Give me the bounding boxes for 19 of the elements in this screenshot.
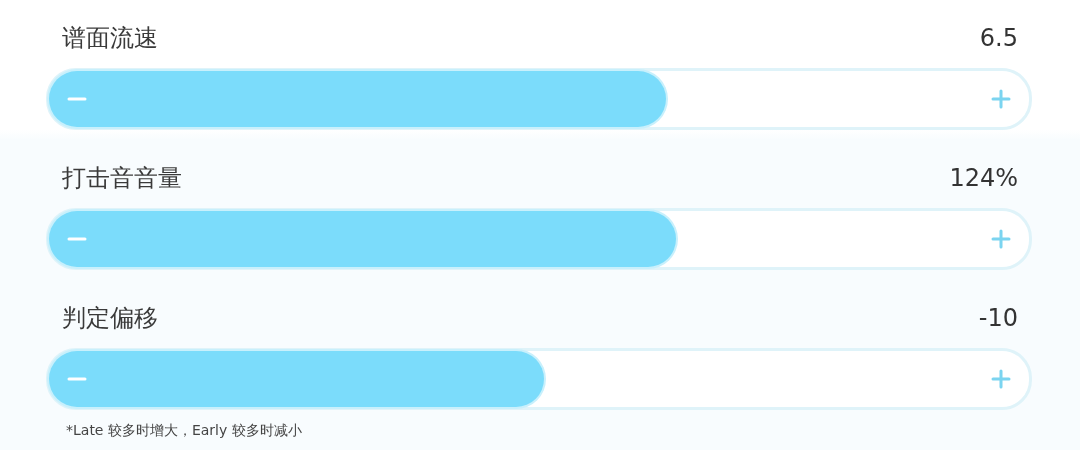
slider-track[interactable] xyxy=(46,68,1032,130)
minus-icon xyxy=(67,237,87,241)
minus-icon xyxy=(67,97,87,101)
plus-icon xyxy=(991,89,1011,109)
setting-label: 打击音音量 xyxy=(62,163,182,194)
minus-icon xyxy=(67,377,87,381)
setting-value: 6.5 xyxy=(979,24,1018,52)
setting-label: 谱面流速 xyxy=(62,23,158,54)
hint-text: *Late 较多时增大，Early 较多时减小 xyxy=(66,422,302,440)
slider-fill[interactable] xyxy=(49,71,667,127)
plus-icon xyxy=(991,229,1011,249)
plus-icon xyxy=(991,369,1011,389)
slider-track[interactable] xyxy=(46,208,1032,270)
setting-value: -10 xyxy=(978,304,1018,332)
slider-track[interactable] xyxy=(46,348,1032,410)
setting-label: 判定偏移 xyxy=(62,303,158,334)
setting-value: 124% xyxy=(949,164,1018,192)
slider-fill[interactable] xyxy=(49,351,544,407)
slider-fill[interactable] xyxy=(49,211,677,267)
